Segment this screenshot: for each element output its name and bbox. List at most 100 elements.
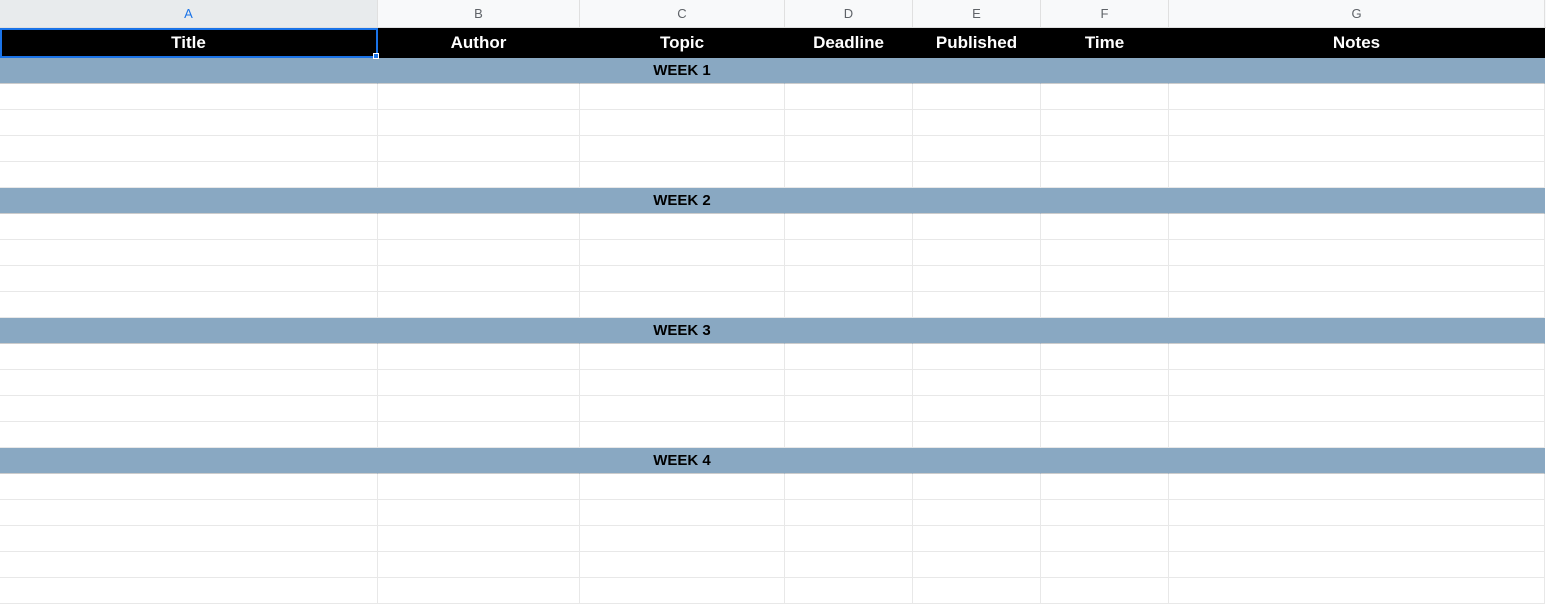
cell[interactable] <box>785 188 913 214</box>
cell[interactable] <box>1041 526 1169 552</box>
cell[interactable] <box>580 136 785 162</box>
cell[interactable] <box>913 552 1041 578</box>
cell[interactable] <box>1041 552 1169 578</box>
header-cell-title[interactable]: Title <box>0 28 378 58</box>
cell[interactable] <box>0 240 378 266</box>
cell[interactable] <box>1041 578 1169 604</box>
column-header-f[interactable]: F <box>1041 0 1169 27</box>
cell[interactable] <box>913 500 1041 526</box>
cell[interactable] <box>913 318 1041 344</box>
cell[interactable] <box>580 370 785 396</box>
cell[interactable] <box>785 370 913 396</box>
cell[interactable] <box>1041 448 1169 474</box>
cell[interactable] <box>1041 188 1169 214</box>
cell[interactable] <box>580 110 785 136</box>
cell[interactable] <box>1041 422 1169 448</box>
cell[interactable] <box>1041 292 1169 318</box>
cell[interactable] <box>378 396 580 422</box>
cell[interactable] <box>913 58 1041 84</box>
cell[interactable] <box>913 474 1041 500</box>
cell[interactable] <box>378 188 580 214</box>
header-cell-deadline[interactable]: Deadline <box>785 28 913 58</box>
cell[interactable] <box>378 422 580 448</box>
cell[interactable] <box>0 344 378 370</box>
cell[interactable] <box>785 162 913 188</box>
header-cell-author[interactable]: Author <box>378 28 580 58</box>
column-header-g[interactable]: G <box>1169 0 1545 27</box>
cell[interactable] <box>785 500 913 526</box>
cell[interactable] <box>378 110 580 136</box>
cell[interactable] <box>1041 84 1169 110</box>
cell[interactable] <box>378 162 580 188</box>
column-header-a[interactable]: A <box>0 0 378 27</box>
cell[interactable] <box>785 58 913 84</box>
cell[interactable] <box>580 292 785 318</box>
cell[interactable] <box>785 318 913 344</box>
cell[interactable] <box>785 266 913 292</box>
cell[interactable] <box>1169 110 1545 136</box>
week-label-cell[interactable]: WEEK 4 <box>580 448 785 474</box>
cell[interactable] <box>913 162 1041 188</box>
cell[interactable] <box>0 162 378 188</box>
cell[interactable] <box>785 84 913 110</box>
cell[interactable] <box>1041 240 1169 266</box>
header-cell-topic[interactable]: Topic <box>580 28 785 58</box>
column-header-c[interactable]: C <box>580 0 785 27</box>
cell[interactable] <box>1169 84 1545 110</box>
header-cell-notes[interactable]: Notes <box>1169 28 1545 58</box>
cell[interactable] <box>785 344 913 370</box>
cell[interactable] <box>913 188 1041 214</box>
cell[interactable] <box>1169 240 1545 266</box>
cell[interactable] <box>0 318 378 344</box>
cell[interactable] <box>0 448 378 474</box>
cell[interactable] <box>580 578 785 604</box>
cell[interactable] <box>1041 500 1169 526</box>
cell[interactable] <box>0 526 378 552</box>
cell[interactable] <box>785 214 913 240</box>
cell[interactable] <box>378 370 580 396</box>
cell[interactable] <box>1041 344 1169 370</box>
cell[interactable] <box>378 474 580 500</box>
cell[interactable] <box>913 292 1041 318</box>
cell[interactable] <box>378 136 580 162</box>
cell[interactable] <box>913 84 1041 110</box>
cell[interactable] <box>913 578 1041 604</box>
cell[interactable] <box>0 214 378 240</box>
cell[interactable] <box>580 422 785 448</box>
cell[interactable] <box>1169 500 1545 526</box>
cell[interactable] <box>1041 162 1169 188</box>
cell[interactable] <box>913 266 1041 292</box>
cell[interactable] <box>1041 474 1169 500</box>
cell[interactable] <box>913 370 1041 396</box>
cell[interactable] <box>785 526 913 552</box>
cell[interactable] <box>1041 110 1169 136</box>
cell[interactable] <box>0 422 378 448</box>
cell[interactable] <box>1041 58 1169 84</box>
cell[interactable] <box>0 84 378 110</box>
cell[interactable] <box>913 214 1041 240</box>
cell[interactable] <box>580 344 785 370</box>
cell[interactable] <box>580 396 785 422</box>
cell[interactable] <box>1169 526 1545 552</box>
cell[interactable] <box>378 500 580 526</box>
cell[interactable] <box>913 396 1041 422</box>
cell[interactable] <box>1041 136 1169 162</box>
cell[interactable] <box>1169 58 1545 84</box>
cell[interactable] <box>580 162 785 188</box>
cell[interactable] <box>1169 318 1545 344</box>
cell[interactable] <box>0 136 378 162</box>
cell[interactable] <box>785 552 913 578</box>
cell[interactable] <box>378 84 580 110</box>
cell[interactable] <box>1169 292 1545 318</box>
cell[interactable] <box>785 396 913 422</box>
cell[interactable] <box>378 526 580 552</box>
cell[interactable] <box>785 578 913 604</box>
cell[interactable] <box>785 292 913 318</box>
cell[interactable] <box>913 136 1041 162</box>
cell[interactable] <box>0 292 378 318</box>
column-header-b[interactable]: B <box>378 0 580 27</box>
column-header-e[interactable]: E <box>913 0 1041 27</box>
cell[interactable] <box>378 58 580 84</box>
cell[interactable] <box>1169 214 1545 240</box>
cell[interactable] <box>378 240 580 266</box>
